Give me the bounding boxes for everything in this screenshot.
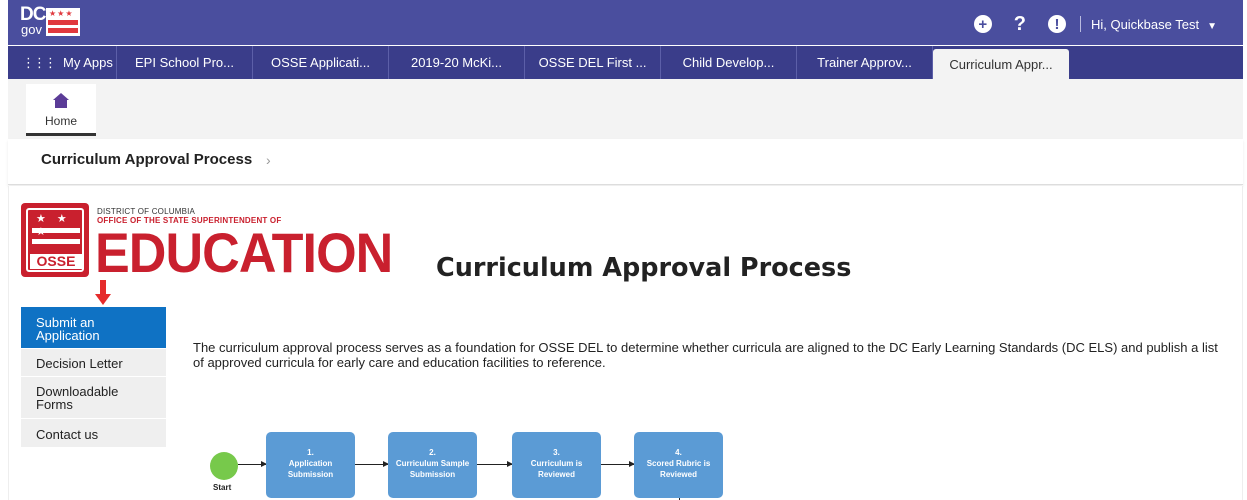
app-grid-icon: ⋮⋮⋮ — [22, 54, 57, 70]
step-number: 4. — [675, 448, 682, 457]
arrow-down-icon — [95, 280, 111, 306]
dc-gov-logo[interactable]: DC gov ★★★ — [20, 4, 80, 39]
flow-arrow — [601, 461, 635, 467]
breadcrumb-title[interactable]: Curriculum Approval Process — [41, 151, 252, 168]
alert-icon[interactable]: ! — [1047, 15, 1066, 33]
step-number: 1. — [307, 448, 314, 457]
home-label: Home — [44, 114, 77, 128]
app-tab-trainer-approval[interactable]: Trainer Approv... — [797, 46, 933, 79]
home-bar: Home — [8, 79, 1243, 139]
gov-logo-text: gov — [21, 22, 42, 37]
flow-step-2: 2. Curriculum Sample Submission — [388, 432, 477, 498]
app-tab-child-development[interactable]: Child Develop... — [661, 46, 797, 79]
caret-down-icon: ▼ — [1207, 20, 1217, 32]
divider — [1079, 16, 1081, 32]
app-tab-epi[interactable]: EPI School Pro... — [117, 46, 253, 79]
nav-downloadable-forms[interactable]: Downloadable Forms — [21, 377, 166, 419]
home-tab[interactable]: Home — [26, 84, 96, 136]
district-of-columbia-text: DISTRICT OF COLUMBIA — [97, 207, 196, 216]
my-apps-tab[interactable]: ⋮⋮⋮ My Apps — [8, 46, 117, 79]
page-title: Curriculum Approval Process — [436, 253, 852, 283]
step-label: Scored Rubric is Reviewed — [646, 459, 711, 479]
flow-step-3: 3. Curriculum is Reviewed — [512, 432, 601, 498]
app-tab-osse-del-first[interactable]: OSSE DEL First ... — [525, 46, 661, 79]
step-number: 3. — [553, 448, 560, 457]
flow-arrow — [238, 461, 267, 467]
app-tab-curriculum-approval[interactable]: Curriculum Appr... — [933, 49, 1069, 79]
badge-stars: ★ ★ ★ — [36, 213, 71, 238]
start-label: Start — [213, 483, 232, 492]
step-number: 2. — [429, 448, 436, 457]
user-menu[interactable]: Hi, Quickbase Test ▼ — [1091, 17, 1217, 32]
education-logo-text: EDUCATION — [95, 221, 393, 284]
dc-flag-icon: ★★★ — [46, 8, 80, 36]
start-node — [210, 452, 238, 480]
nav-decision-letter[interactable]: Decision Letter — [21, 349, 166, 377]
breadcrumb: Curriculum Approval Process › — [8, 139, 1243, 185]
app-tab-osse-applications[interactable]: OSSE Applicati... — [253, 46, 389, 79]
step-label: Curriculum Sample Submission — [395, 459, 470, 479]
page-content: ★ ★ ★ OSSE DISTRICT OF COLUMBIA OFFICE O… — [8, 186, 1243, 500]
flow-arrow — [355, 461, 389, 467]
app-tab-mckinney[interactable]: 2019-20 McKi... — [389, 46, 525, 79]
osse-word: OSSE — [30, 254, 82, 269]
nav-submit-application[interactable]: Submit an Application — [21, 307, 166, 349]
osse-logo-badge: ★ ★ ★ OSSE — [21, 203, 89, 277]
flow-arrow — [477, 461, 513, 467]
app-tab-bar: ⋮⋮⋮ My Apps EPI School Pro... OSSE Appli… — [8, 46, 1243, 79]
plus-circle-icon[interactable]: + — [973, 15, 992, 33]
step-label: Application Submission — [287, 459, 334, 479]
home-icon — [53, 93, 69, 108]
intro-text: The curriculum approval process serves a… — [193, 340, 1218, 370]
top-actions: + ? ! Hi, Quickbase Test ▼ — [973, 12, 1217, 36]
process-flow-diagram: Start 1. Application Submission 2. Curri… — [9, 416, 809, 500]
chevron-right-icon: › — [266, 152, 271, 168]
flow-step-4: 4. Scored Rubric is Reviewed — [634, 432, 723, 498]
user-label: Hi, Quickbase Test — [1090, 16, 1200, 32]
help-icon[interactable]: ? — [1014, 13, 1026, 36]
my-apps-label: My Apps — [63, 55, 113, 70]
flow-step-1: 1. Application Submission — [266, 432, 355, 498]
top-bar: DC gov ★★★ + ? ! Hi, Quickbase Test ▼ — [8, 0, 1243, 45]
step-label: Curriculum is Reviewed — [530, 459, 583, 479]
